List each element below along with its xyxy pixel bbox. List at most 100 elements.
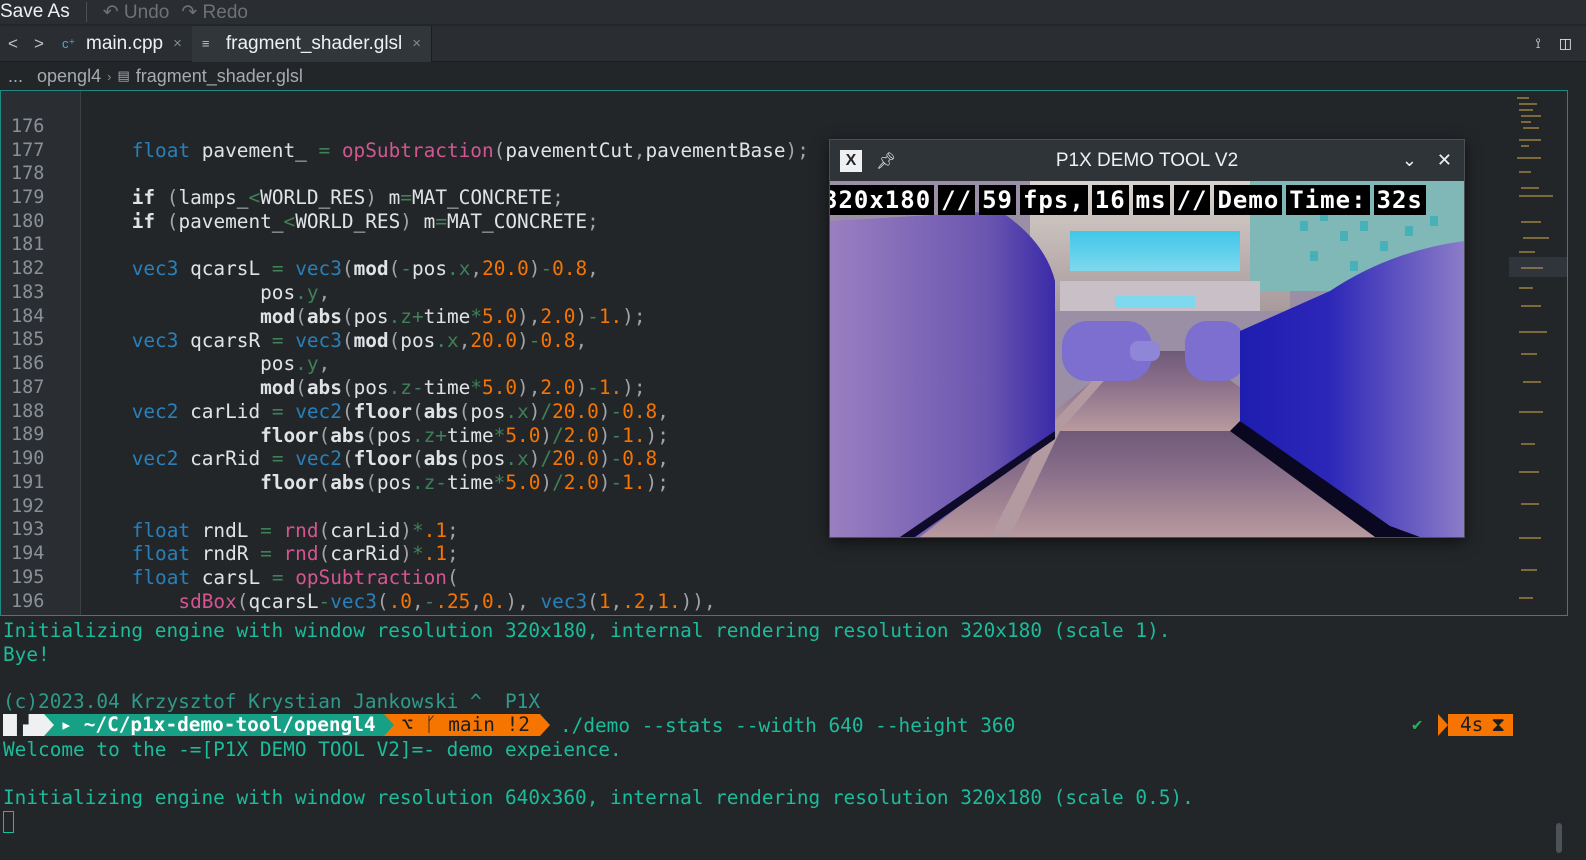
undo-icon: ↶ xyxy=(102,1,119,23)
code-line: 178 if (lamps_<WORLD_RES) m=MAT_CONCRETE… xyxy=(1,138,564,209)
window-titlebar[interactable]: X 📌︎ P1X DEMO TOOL V2 ⌄ ✕ xyxy=(830,140,1464,181)
tab-bar: < > c⁺ main.cpp × ≡ fragment_shader.glsl… xyxy=(0,25,1586,62)
code-text: vec2 carLid = vec2(floor(abs(pos.x)/20.0… xyxy=(131,400,669,423)
tab-label: main.cpp xyxy=(86,32,164,54)
code-text: float rndR = rnd(carRid)*.1; xyxy=(131,542,459,565)
code-line: 182 pos.y, xyxy=(1,233,330,304)
code-line: 195 sdBox(qcarsL-vec3(.0,-.25,0.), vec3(… xyxy=(1,542,716,613)
code-line: 196 sdRoundBox(qcarsL-vec3(.0,-.1+rndL*4… xyxy=(1,566,1066,615)
hourglass-icon: ⧗ xyxy=(1491,713,1505,736)
stats-demo-label: Demo xyxy=(1214,185,1283,215)
code-line: 176 float pavement_ = opSubtraction(pave… xyxy=(1,91,809,162)
stats-resolution: 320x180 xyxy=(830,185,935,215)
text-file-icon: ▤ xyxy=(117,68,130,83)
x11-app-icon[interactable]: X xyxy=(840,149,862,172)
code-line: 189 vec2 carRid = vec2(floor(abs(pos.x)/… xyxy=(1,399,669,470)
minimize-chevron-down-icon[interactable]: ⌄ xyxy=(1402,150,1417,171)
tab-label: fragment_shader.glsl xyxy=(225,32,403,54)
terminal-line: Initializing engine with window resoluti… xyxy=(3,786,1194,809)
prompt-separator xyxy=(44,714,55,736)
code-line: 191 xyxy=(1,447,48,493)
breadcrumb-ellipsis[interactable]: ... xyxy=(8,66,23,87)
toolbar-divider xyxy=(85,2,87,22)
stats-separator: // xyxy=(1173,185,1211,215)
code-text: float carsL = opSubtraction( xyxy=(131,566,459,589)
code-line: 197 ); xyxy=(1,589,48,615)
code-text: mod(abs(pos.z+time*5.0),2.0)-1.); xyxy=(260,305,646,328)
stats-time-value: 32s xyxy=(1373,185,1426,215)
success-check-icon: ✔ xyxy=(1412,715,1423,735)
code-line: 192 float rndL = rnd(carLid)*.1; xyxy=(1,471,459,542)
breadcrumb-file[interactable]: fragment_shader.glsl xyxy=(136,66,303,87)
code-line: 185 pos.y, xyxy=(1,304,330,375)
pin-icon[interactable]: 📌︎ xyxy=(876,151,896,171)
terminal-line: (c)2023.04 Krzysztof Krystian Jankowski … xyxy=(3,690,541,713)
redo-button[interactable]: ↷ Redo xyxy=(175,1,254,24)
duration-text: 4s xyxy=(1460,713,1484,736)
pin-icon[interactable]: ⟟ xyxy=(1536,35,1541,52)
terminal-cursor xyxy=(3,811,14,833)
code-line: 194 float carsL = opSubtraction( xyxy=(1,518,459,589)
code-line: 187 vec2 carLid = vec2(floor(abs(pos.x)/… xyxy=(1,352,669,423)
terminal-scrollbar[interactable] xyxy=(1556,823,1562,853)
prompt-separator xyxy=(383,714,394,736)
minimap-viewport[interactable] xyxy=(1509,257,1567,277)
code-text: sdRoundBox(qcarsL-vec3(.0,-.1+rndL*4.,0.… xyxy=(85,614,1066,615)
close-icon[interactable]: × xyxy=(173,35,182,52)
code-text: if (lamps_<WORLD_RES) m=MAT_CONCRETE; xyxy=(131,186,564,209)
save-as-button[interactable]: Save As xyxy=(0,1,76,23)
code-line: 188 floor(abs(pos.z+time*5.0)/2.0)-1.); xyxy=(1,376,669,447)
line-number: 197 xyxy=(11,613,71,615)
stats-time-label: Time: xyxy=(1286,185,1370,215)
redo-icon: ↷ xyxy=(181,1,198,23)
text-file-icon: ≡ xyxy=(201,36,210,51)
code-line: 186 mod(abs(pos.z-time*5.0),2.0)-1.); xyxy=(1,328,646,399)
code-text: floor(abs(pos.z-time*5.0)/2.0)-1.); xyxy=(260,471,669,494)
stats-fps-value: 59 xyxy=(979,185,1016,215)
command-duration: 4s ⧗ xyxy=(1438,714,1513,736)
tab-fragment-shader[interactable]: ≡ fragment_shader.glsl × xyxy=(191,25,433,62)
close-icon[interactable]: × xyxy=(412,35,421,52)
prompt-git-text: main !2 xyxy=(448,713,530,736)
code-text: floor(abs(pos.z+time*5.0)/2.0)-1.); xyxy=(260,424,669,447)
chevron-right-icon: › xyxy=(107,68,112,84)
close-icon[interactable]: ✕ xyxy=(1437,150,1452,171)
breadcrumb-folder[interactable]: opengl4 xyxy=(37,66,101,87)
cpp-file-icon: c⁺ xyxy=(62,35,76,51)
undo-label: Undo xyxy=(123,1,170,23)
git-branch-icon: ⌥ ᚴ xyxy=(401,713,449,736)
terminal-panel[interactable]: Initializing engine with window resoluti… xyxy=(0,617,1586,860)
split-view-icon[interactable]: ◫ xyxy=(1559,35,1572,52)
redo-label: Redo xyxy=(202,1,248,23)
back-arrow-icon[interactable]: < xyxy=(0,34,26,54)
stats-separator: // xyxy=(938,185,976,215)
stats-overlay: 320x180 // 59 fps, 16 ms // Demo Time: 3… xyxy=(830,181,1426,219)
terminal-line: Initializing engine with window resoluti… xyxy=(3,619,1171,642)
toolbar: Save As ↶ Undo ↷ Redo xyxy=(0,0,1586,24)
prompt-path-text: ~/C/p1x-demo-tool/opengl4 xyxy=(83,713,376,736)
forward-arrow-icon[interactable]: > xyxy=(26,34,52,54)
window-controls: ⌄ ✕ xyxy=(1402,150,1464,171)
code-line: 181 vec3 qcarsL = vec3(mod(-pos.x,20.0)-… xyxy=(1,209,599,280)
code-text: float rndL = rnd(carLid)*.1; xyxy=(131,519,459,542)
rendered-street-scene xyxy=(830,181,1464,537)
minimap[interactable] xyxy=(1509,91,1567,615)
prompt-path: ▸ ~/C/p1x-demo-tool/opengl4 xyxy=(54,713,384,736)
stats-ms-label: ms xyxy=(1132,185,1170,215)
undo-button[interactable]: ↶ Undo xyxy=(97,1,176,24)
stats-fps-label: fps, xyxy=(1019,185,1088,215)
terminal-line: Bye! xyxy=(3,643,50,666)
code-line: 179 if (pavement_<WORLD_RES) m=MAT_CONCR… xyxy=(1,162,599,233)
code-line: 190 floor(abs(pos.z-time*5.0)/2.0)-1.); xyxy=(1,423,669,494)
window-title: P1X DEMO TOOL V2 xyxy=(1055,150,1239,171)
shell-prompt: ▐▘ ▸ ~/C/p1x-demo-tool/opengl4 ⌥ ᚴ main … xyxy=(3,713,1015,737)
stats-ms-value: 16 xyxy=(1091,185,1129,215)
code-text: if (pavement_<WORLD_RES) m=MAT_CONCRETE; xyxy=(131,210,599,233)
code-text: sdBox(qcarsL-vec3(.0,-.25,0.), vec3(1,.2… xyxy=(178,590,716,613)
code-text: mod(abs(pos.z-time*5.0),2.0)-1.); xyxy=(260,376,646,399)
demo-window[interactable]: X 📌︎ P1X DEMO TOOL V2 ⌄ ✕ 320x180 // 59 … xyxy=(829,139,1465,538)
code-line: 180 xyxy=(1,186,48,232)
os-logo-icon: ▐▘ xyxy=(3,714,45,736)
tab-main-cpp[interactable]: c⁺ main.cpp × xyxy=(52,26,192,62)
code-line: 177 xyxy=(1,115,48,161)
